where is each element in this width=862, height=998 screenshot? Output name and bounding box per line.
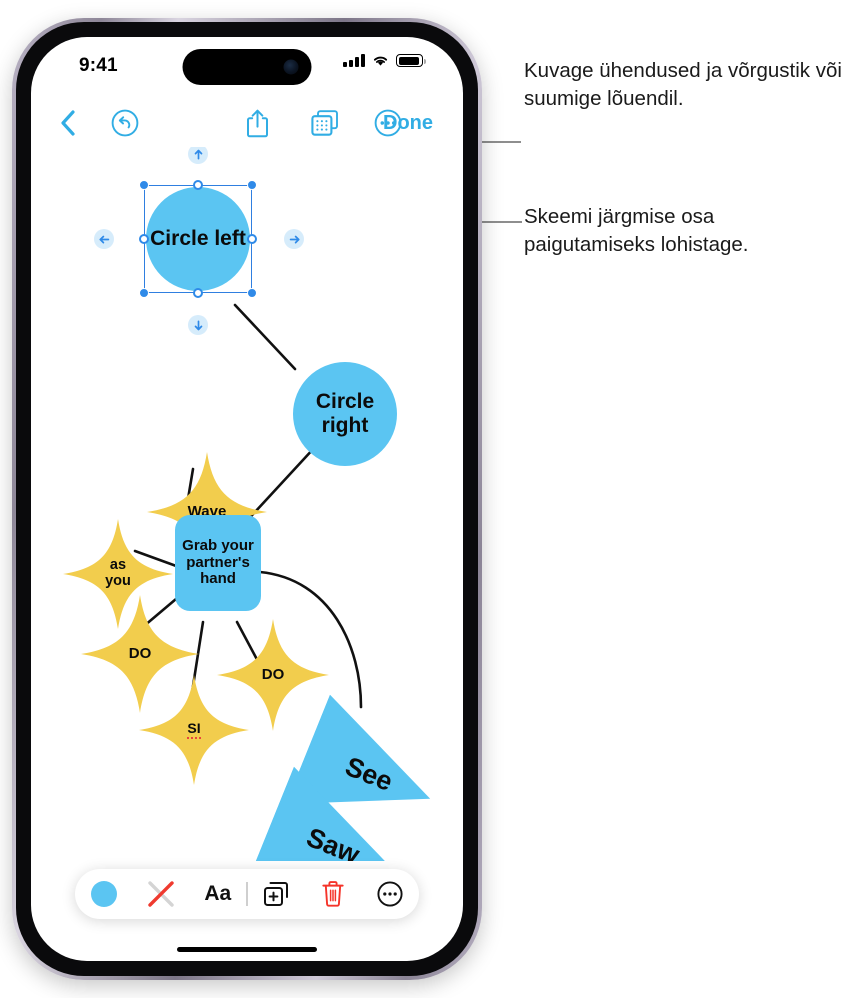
- front-camera-icon: [283, 59, 299, 75]
- undo-circle-icon: [111, 109, 139, 137]
- node-si-label: SI: [187, 720, 201, 739]
- selection-handle-bc[interactable]: [193, 288, 203, 298]
- selection-handle-tl[interactable]: [139, 180, 149, 190]
- node-as-you-label: as you: [105, 557, 131, 589]
- connections-grid-button[interactable]: [303, 99, 347, 147]
- selection-handle-br[interactable]: [247, 288, 257, 298]
- connections-grid-icon: [311, 109, 338, 136]
- delete-button[interactable]: [305, 869, 362, 919]
- no-stroke-icon: [147, 881, 174, 907]
- fill-color-swatch: [90, 881, 117, 907]
- share-up-icon: [246, 109, 268, 137]
- add-connection-right-button[interactable]: [284, 229, 304, 249]
- node-do-left-label: DO: [128, 644, 152, 662]
- selection-handle-tc[interactable]: [193, 180, 203, 190]
- status-indicators: [343, 54, 426, 67]
- node-circle-right[interactable]: Circle right: [293, 362, 397, 466]
- add-connection-down-button[interactable]: [188, 315, 208, 335]
- selection-handle-tr[interactable]: [247, 180, 257, 190]
- undo-button[interactable]: [103, 99, 147, 147]
- callout-grid-label: Kuvage ühendused ja võrgustik või suumig…: [524, 59, 842, 111]
- top-toolbar: Done: [31, 99, 463, 147]
- diagram-canvas[interactable]: Circle left Circle right Wave as you Gra…: [31, 147, 463, 861]
- back-button[interactable]: [49, 99, 87, 147]
- shape-more-button[interactable]: [362, 869, 419, 919]
- node-do-right-label: DO: [261, 665, 285, 683]
- shape-format-toolbar: Aa: [75, 869, 419, 919]
- trash-icon: [322, 881, 344, 907]
- screenshot-stage: Kuvage ühendused ja võrgustik või suumig…: [0, 0, 862, 998]
- arrow-right-icon: [289, 235, 300, 243]
- arrow-left-icon: [98, 235, 109, 243]
- add-connection-left-button[interactable]: [94, 229, 114, 249]
- arrow-up-icon: [194, 149, 202, 159]
- fill-color-button[interactable]: [75, 869, 132, 919]
- selection-box: [144, 185, 252, 293]
- wifi-icon: [373, 56, 388, 66]
- node-si[interactable]: SI: [139, 675, 249, 785]
- battery-icon: [396, 54, 426, 67]
- done-label: Done: [383, 111, 433, 134]
- duplicate-button[interactable]: [248, 869, 305, 919]
- callout-drag-label: Skeemi järgmise osa paigutamiseks lohist…: [524, 205, 749, 257]
- phone-bezel: 9:41 Done Circle left Circle right Wave …: [16, 22, 478, 976]
- text-format-label: Aa: [204, 882, 232, 905]
- callout-grid-text: Kuvage ühendused ja võrgustik või suumig…: [524, 57, 854, 114]
- stroke-style-button[interactable]: [132, 869, 189, 919]
- text-format-button[interactable]: Aa: [189, 869, 246, 919]
- status-bar: 9:41: [31, 37, 463, 95]
- share-button[interactable]: [235, 99, 279, 147]
- node-saw-label: Saw: [302, 821, 364, 861]
- home-indicator[interactable]: [177, 947, 317, 952]
- selection-handle-mr[interactable]: [247, 234, 257, 244]
- dynamic-island: [182, 49, 312, 85]
- node-circle-right-label: Circle right: [315, 390, 375, 437]
- duplicate-shape-icon: [264, 882, 289, 906]
- node-grab-hand-label: Grab your partner's hand: [182, 536, 254, 588]
- iphone-frame: 9:41 Done Circle left Circle right Wave …: [12, 18, 482, 980]
- arrow-down-icon: [194, 320, 202, 330]
- status-time: 9:41: [79, 55, 118, 76]
- cellular-bars-icon: [343, 54, 365, 67]
- chevron-left-icon: [61, 110, 75, 136]
- done-button[interactable]: Done: [375, 99, 441, 147]
- ellipsis-circle-icon: [377, 881, 404, 907]
- callout-drag-text: Skeemi järgmise osa paigutamiseks lohist…: [524, 203, 844, 260]
- phone-screen: 9:41 Done Circle left Circle right Wave …: [31, 37, 463, 961]
- selection-handle-bl[interactable]: [139, 288, 149, 298]
- selection-handle-ml[interactable]: [139, 234, 149, 244]
